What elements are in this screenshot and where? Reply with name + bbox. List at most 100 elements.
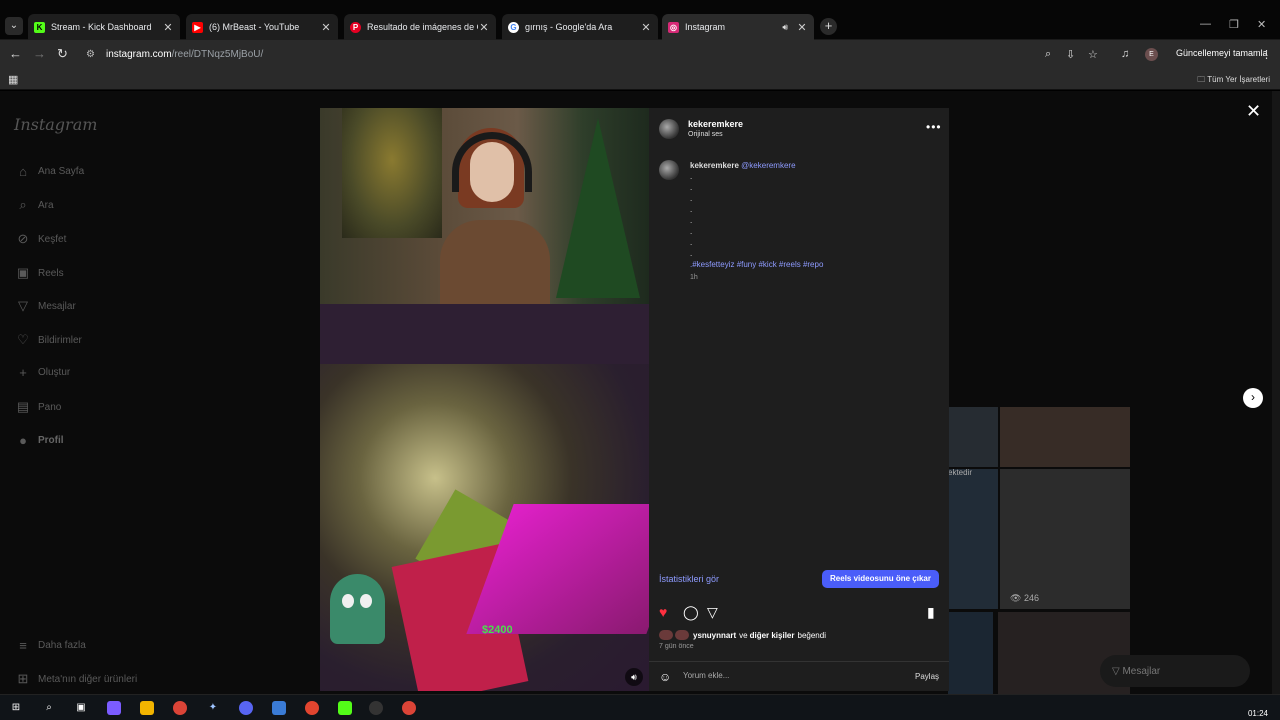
sidebar-item-home[interactable]: ⌂ Ana Sayfa xyxy=(14,164,84,179)
all-bookmarks-folder[interactable]: 🗀︎ Tüm Yer İşaretleri xyxy=(1197,74,1270,88)
instagram-page: Instagram ⌂ Ana Sayfa ⌕ Ara ⊘ Keşfet ▣ Reels… xyxy=(0,91,1280,694)
copilot-icon[interactable] xyxy=(107,701,121,715)
search-icon[interactable]: ⌕ xyxy=(42,701,56,715)
instagram-logo[interactable]: Instagram xyxy=(14,115,97,134)
instagram-icon: ◎ xyxy=(668,21,679,33)
chrome-icon-2[interactable] xyxy=(402,701,416,715)
sidebar-item-search[interactable]: ⌕ Ara xyxy=(14,197,53,213)
obs-icon[interactable] xyxy=(369,701,383,715)
address-bar[interactable]: ⚙ instagram.com /reel/DTNqz5MjBoU/ xyxy=(80,43,1110,66)
close-tab-icon[interactable]: ✕ xyxy=(320,21,332,34)
explore-icon: ⊘ xyxy=(17,231,29,246)
comment-icon[interactable]: ◯ xyxy=(683,604,699,621)
caption-avatar[interactable] xyxy=(659,160,679,180)
post-comment-button[interactable]: Paylaş xyxy=(915,672,939,681)
install-app-icon[interactable]: ⇩ xyxy=(1066,48,1075,61)
tab-title: Resultado de imágenes de Goo xyxy=(367,22,478,32)
close-tab-icon[interactable]: ✕ xyxy=(478,21,490,34)
zoom-icon[interactable]: ⌕ xyxy=(1045,48,1051,61)
dashboard-icon: ▤ xyxy=(16,399,30,414)
background-thumbnails xyxy=(948,407,1132,694)
close-tab-icon[interactable]: ✕ xyxy=(796,21,808,34)
liked-by-others[interactable]: diğer kişiler xyxy=(750,631,795,640)
audio-label[interactable]: Orijinal ses xyxy=(688,131,723,138)
like-heart-icon[interactable]: ♥ xyxy=(659,604,667,620)
tab-title: Stream - Kick Dashboard xyxy=(51,22,152,32)
sidebar-item-reels[interactable]: ▣ Reels xyxy=(14,265,64,281)
close-window-icon[interactable]: ✕ xyxy=(1257,18,1266,31)
tab-kick[interactable]: K Stream - Kick Dashboard ✕ xyxy=(28,14,180,40)
more-options-icon[interactable]: ••• xyxy=(926,120,942,134)
caption-username[interactable]: kekeremkere xyxy=(690,161,739,170)
media-control-icon[interactable]: ♫ xyxy=(1121,48,1129,60)
sidebar-item-notifications[interactable]: ♡ Bildirimler xyxy=(14,332,82,348)
sidebar-item-profile[interactable]: ● Profil xyxy=(14,433,64,448)
close-icon[interactable]: ✕ xyxy=(1246,101,1261,122)
caption-dots: . . . . . . . . xyxy=(690,172,693,258)
windows-taskbar: ⊞ ⌕ ▣ ✦ 01:24 xyxy=(0,694,1280,720)
floating-messages-button[interactable]: ▽ Mesajlar xyxy=(1100,655,1250,687)
steam-app-icon[interactable] xyxy=(272,701,286,715)
reels-icon: ▣ xyxy=(16,265,30,280)
apps-grid-icon[interactable]: ▦ xyxy=(8,73,18,86)
menu-icon: ≡ xyxy=(19,638,27,653)
view-insights-link[interactable]: İstatistikleri gör xyxy=(659,574,719,584)
new-tab-button[interactable]: + xyxy=(820,18,837,35)
emoji-icon[interactable]: ☺ xyxy=(659,670,671,684)
sidebar-item-meta[interactable]: ⊞ Meta'nın diğer ürünleri xyxy=(14,671,138,687)
discord-icon[interactable] xyxy=(239,701,253,715)
next-post-arrow[interactable]: › xyxy=(1243,388,1263,408)
steam-icon[interactable]: ✦ xyxy=(206,701,220,715)
sidebar-item-label: Profil xyxy=(38,435,64,446)
more-menu-icon[interactable]: ⋮ xyxy=(1261,48,1272,61)
sidebar-item-dashboard[interactable]: ▤ Pano xyxy=(14,399,62,415)
caption-handle[interactable]: @kekeremkere xyxy=(741,161,795,170)
share-icon[interactable]: ▽ xyxy=(707,604,718,621)
author-avatar[interactable] xyxy=(659,119,679,139)
sidebar-item-more[interactable]: ≡ Daha fazla xyxy=(14,638,86,653)
author-username[interactable]: kekeremkere xyxy=(688,119,743,129)
windows-start-icon[interactable]: ⊞ xyxy=(9,701,23,715)
tab-title: Instagram xyxy=(685,22,726,32)
sidebar-item-label: Bildirimler xyxy=(38,334,82,346)
sidebar: Instagram ⌂ Ana Sayfa ⌕ Ara ⊘ Keşfet ▣ Reels… xyxy=(0,91,300,694)
meta-icon: ⊞ xyxy=(17,671,29,686)
browser-toolbar: ← → ↻ ⚙ instagram.com /reel/DTNqz5MjBoU/… xyxy=(0,40,1280,69)
tab-google[interactable]: G gırnış - Google'da Ara ✕ xyxy=(502,14,658,40)
kick-app-icon[interactable] xyxy=(338,701,352,715)
speaker-icon[interactable]: 🔊︎ xyxy=(782,22,788,33)
close-tab-icon[interactable]: ✕ xyxy=(640,21,652,34)
reload-icon[interactable]: ↻ xyxy=(57,46,68,62)
back-icon[interactable]: ← xyxy=(9,46,22,61)
save-bookmark-icon[interactable]: ▮ xyxy=(927,604,935,621)
sidebar-item-create[interactable]: + Oluştur xyxy=(14,365,70,380)
site-info-icon[interactable]: ⚙ xyxy=(86,49,102,60)
file-explorer-icon[interactable] xyxy=(140,701,154,715)
app-icon-red[interactable] xyxy=(305,701,319,715)
comment-input[interactable] xyxy=(683,671,883,680)
volume-icon[interactable]: 🔊︎ xyxy=(625,668,643,686)
liked-by-user[interactable]: ysnuynnart xyxy=(693,631,736,640)
tab-youtube[interactable]: ▶ (6) MrBeast - YouTube ✕ xyxy=(186,14,338,40)
profile-avatar[interactable]: E xyxy=(1145,48,1158,61)
forward-icon[interactable]: → xyxy=(33,46,46,61)
chrome-icon[interactable] xyxy=(173,701,187,715)
reel-video[interactable]: $2400 🔊︎ xyxy=(320,108,649,691)
minimize-icon[interactable]: — xyxy=(1200,18,1211,30)
caption-hashtags[interactable]: .#kesfetteyiz #funy #kick #reels #repo xyxy=(690,259,940,270)
url-path: /reel/DTNqz5MjBoU/ xyxy=(171,49,264,60)
tab-instagram[interactable]: ◎ Instagram 🔊︎ ✕ xyxy=(662,14,814,40)
liked-by-line[interactable]: ysnuynnart ve diğer kişiler beğendi xyxy=(659,630,826,640)
boost-reel-button[interactable]: Reels videosunu öne çıkar xyxy=(822,570,939,588)
sidebar-item-messages[interactable]: ▽ Mesajlar xyxy=(14,298,76,314)
restore-icon[interactable]: ❐ xyxy=(1229,18,1239,31)
tab-pinterest[interactable]: P Resultado de imágenes de Goo ✕ xyxy=(344,14,496,40)
page-scrollbar[interactable] xyxy=(1272,91,1280,694)
tab-search-button[interactable]: ⌄ xyxy=(5,17,23,35)
update-button[interactable]: Güncellemeyi tamamla xyxy=(1170,46,1274,60)
close-tab-icon[interactable]: ✕ xyxy=(162,21,174,34)
sidebar-item-explore[interactable]: ⊘ Keşfet xyxy=(14,231,67,247)
bookmark-star-icon[interactable]: ☆ xyxy=(1088,48,1098,61)
task-view-icon[interactable]: ▣ xyxy=(74,701,88,715)
kick-icon: K xyxy=(34,21,45,33)
